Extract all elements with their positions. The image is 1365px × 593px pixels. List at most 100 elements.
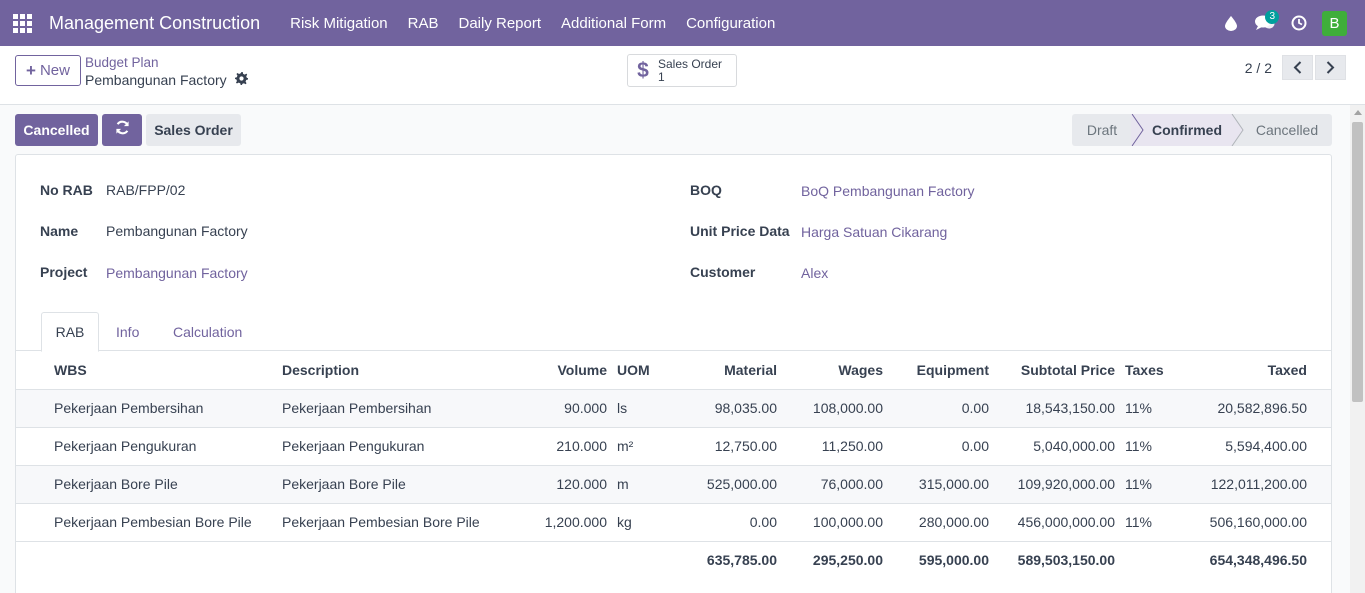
- chevron-left-icon[interactable]: [1282, 55, 1313, 80]
- cell-wages: 108,000.00: [777, 389, 883, 428]
- tab-rab[interactable]: RAB: [41, 312, 99, 352]
- page-scrollbar[interactable]: [1350, 105, 1365, 593]
- field-label-customer: Customer: [690, 264, 756, 280]
- menu-configuration[interactable]: Configuration: [676, 15, 785, 32]
- field-label-boq: BOQ: [690, 182, 722, 198]
- total-wages: 295,250.00: [812, 552, 883, 569]
- sales-order-smart-button[interactable]: $ Sales Order 1: [627, 54, 737, 87]
- stage-cancelled-label: Cancelled: [1255, 122, 1319, 138]
- field-label-unit-price: Unit Price Data: [690, 223, 790, 239]
- stage-separator: [1131, 114, 1144, 146]
- cell-uom: m: [617, 465, 677, 504]
- col-wbs[interactable]: WBS: [54, 351, 282, 390]
- cell-wages: 11,250.00: [777, 427, 883, 466]
- sales-order-button[interactable]: Sales Order: [146, 114, 241, 146]
- chevron-right-icon[interactable]: [1315, 55, 1346, 80]
- cell-taxes: 11%: [1125, 465, 1205, 504]
- cell-wbs: Pekerjaan Pengukuran: [54, 427, 282, 466]
- new-button-label: New: [39, 62, 70, 79]
- menu-risk-mitigation[interactable]: Risk Mitigation: [280, 15, 398, 32]
- apps-icon[interactable]: [0, 0, 44, 46]
- field-value-project[interactable]: Pembangunan Factory: [106, 265, 248, 281]
- notebook-tabs: RAB Info Calculation: [16, 312, 1331, 352]
- table-row[interactable]: Pekerjaan Pengukuran Pekerjaan Pengukura…: [16, 427, 1331, 466]
- new-button[interactable]: + New: [15, 55, 81, 86]
- cell-taxed: 506,160,000.00: [1205, 503, 1307, 542]
- col-equipment[interactable]: Equipment: [883, 351, 989, 390]
- cell-equipment: 315,000.00: [883, 465, 989, 504]
- field-value-no-rab[interactable]: RAB/FPP/02: [106, 182, 185, 198]
- table-row[interactable]: Pekerjaan Pembersihan Pekerjaan Pembersi…: [16, 389, 1331, 428]
- form-sheet: No RAB RAB/FPP/02 Name Pembangunan Facto…: [15, 154, 1332, 593]
- stage-cancelled[interactable]: Cancelled: [1232, 114, 1332, 146]
- scroll-thumb[interactable]: [1352, 122, 1363, 402]
- cell-taxes: 11%: [1125, 427, 1205, 466]
- col-taxes[interactable]: Taxes: [1125, 351, 1205, 390]
- col-wages[interactable]: Wages: [777, 351, 883, 390]
- cell-material: 525,000.00: [677, 465, 777, 504]
- pager-value[interactable]: 2 / 2: [1245, 60, 1272, 76]
- total-taxed: 654,348,496.50: [1209, 552, 1307, 569]
- app-brand[interactable]: Management Construction: [49, 13, 260, 34]
- tab-calculation[interactable]: Calculation: [173, 312, 242, 351]
- clock-icon[interactable]: [1282, 0, 1316, 46]
- stage-separator: [1231, 114, 1244, 146]
- dollar-icon: $: [637, 58, 649, 82]
- total-equipment: 595,000.00: [918, 552, 989, 569]
- table-row[interactable]: Pekerjaan Bore Pile Pekerjaan Bore Pile …: [16, 465, 1331, 504]
- stage-draft-label: Draft: [1086, 122, 1118, 138]
- col-uom[interactable]: UOM: [617, 351, 677, 390]
- stage-confirmed-label: Confirmed: [1152, 122, 1222, 138]
- cell-volume: 210.000: [522, 427, 607, 466]
- menu-additional-form[interactable]: Additional Form: [551, 15, 676, 32]
- stage-draft[interactable]: Draft: [1072, 114, 1132, 146]
- cell-taxed: 122,011,200.00: [1205, 465, 1307, 504]
- table-totals-row: 635,785.00 295,250.00 595,000.00 589,503…: [16, 541, 1331, 579]
- field-value-name[interactable]: Pembangunan Factory: [106, 223, 248, 239]
- field-value-boq[interactable]: BoQ Pembangunan Factory: [801, 183, 975, 199]
- cell-volume: 120.000: [522, 465, 607, 504]
- breadcrumb-parent[interactable]: Budget Plan: [85, 55, 159, 70]
- col-volume[interactable]: Volume: [522, 351, 607, 390]
- table-header-row: WBS Description Volume UOM Material Wage…: [16, 351, 1331, 390]
- cell-material: 12,750.00: [677, 427, 777, 466]
- col-material[interactable]: Material: [677, 351, 777, 390]
- cell-wbs: Pekerjaan Bore Pile: [54, 465, 282, 504]
- cell-wages: 100,000.00: [777, 503, 883, 542]
- cell-taxes: 11%: [1125, 503, 1205, 542]
- table-row[interactable]: Pekerjaan Pembesian Bore Pile Pekerjaan …: [16, 503, 1331, 542]
- col-description[interactable]: Description: [282, 351, 522, 390]
- refresh-button[interactable]: [102, 114, 142, 146]
- cell-taxed: 20,582,896.50: [1205, 389, 1307, 428]
- cell-equipment: 0.00: [883, 427, 989, 466]
- stage-confirmed[interactable]: Confirmed: [1132, 114, 1232, 146]
- pager: 2 / 2: [1245, 55, 1346, 80]
- scroll-up-arrow-icon[interactable]: [1354, 110, 1362, 115]
- col-taxed[interactable]: Taxed: [1205, 351, 1307, 390]
- status-stages: Draft Confirmed Cancelled: [1072, 114, 1332, 146]
- cell-uom: ls: [617, 389, 677, 428]
- col-subtotal[interactable]: Subtotal Price: [989, 351, 1115, 390]
- drop-icon[interactable]: [1214, 0, 1248, 46]
- cell-taxed: 5,594,400.00: [1205, 427, 1307, 466]
- gear-icon[interactable]: [234, 72, 248, 88]
- field-label-name: Name: [40, 223, 79, 239]
- field-value-customer[interactable]: Alex: [801, 265, 828, 281]
- field-value-unit-price[interactable]: Harga Satuan Cikarang: [801, 224, 947, 240]
- chat-icon[interactable]: 3: [1248, 0, 1282, 46]
- breadcrumb-current-label: Pembangunan Factory: [85, 72, 227, 88]
- menu-rab[interactable]: RAB: [398, 15, 449, 32]
- tab-info[interactable]: Info: [116, 312, 139, 351]
- menu-daily-report[interactable]: Daily Report: [449, 15, 552, 32]
- cell-wages: 76,000.00: [777, 465, 883, 504]
- cell-material: 0.00: [677, 503, 777, 542]
- cell-description: Pekerjaan Pembersihan: [282, 389, 522, 428]
- avatar[interactable]: B: [1322, 10, 1347, 36]
- cell-subtotal: 109,920,000.00: [989, 465, 1115, 504]
- status-bar: Cancelled Sales Order Draft Confirmed Ca…: [15, 114, 1332, 146]
- rab-table: WBS Description Volume UOM Material Wage…: [16, 351, 1331, 579]
- cancelled-button[interactable]: Cancelled: [15, 114, 98, 146]
- cell-wbs: Pekerjaan Pembersihan: [54, 389, 282, 428]
- cell-volume: 90.000: [522, 389, 607, 428]
- cell-equipment: 280,000.00: [883, 503, 989, 542]
